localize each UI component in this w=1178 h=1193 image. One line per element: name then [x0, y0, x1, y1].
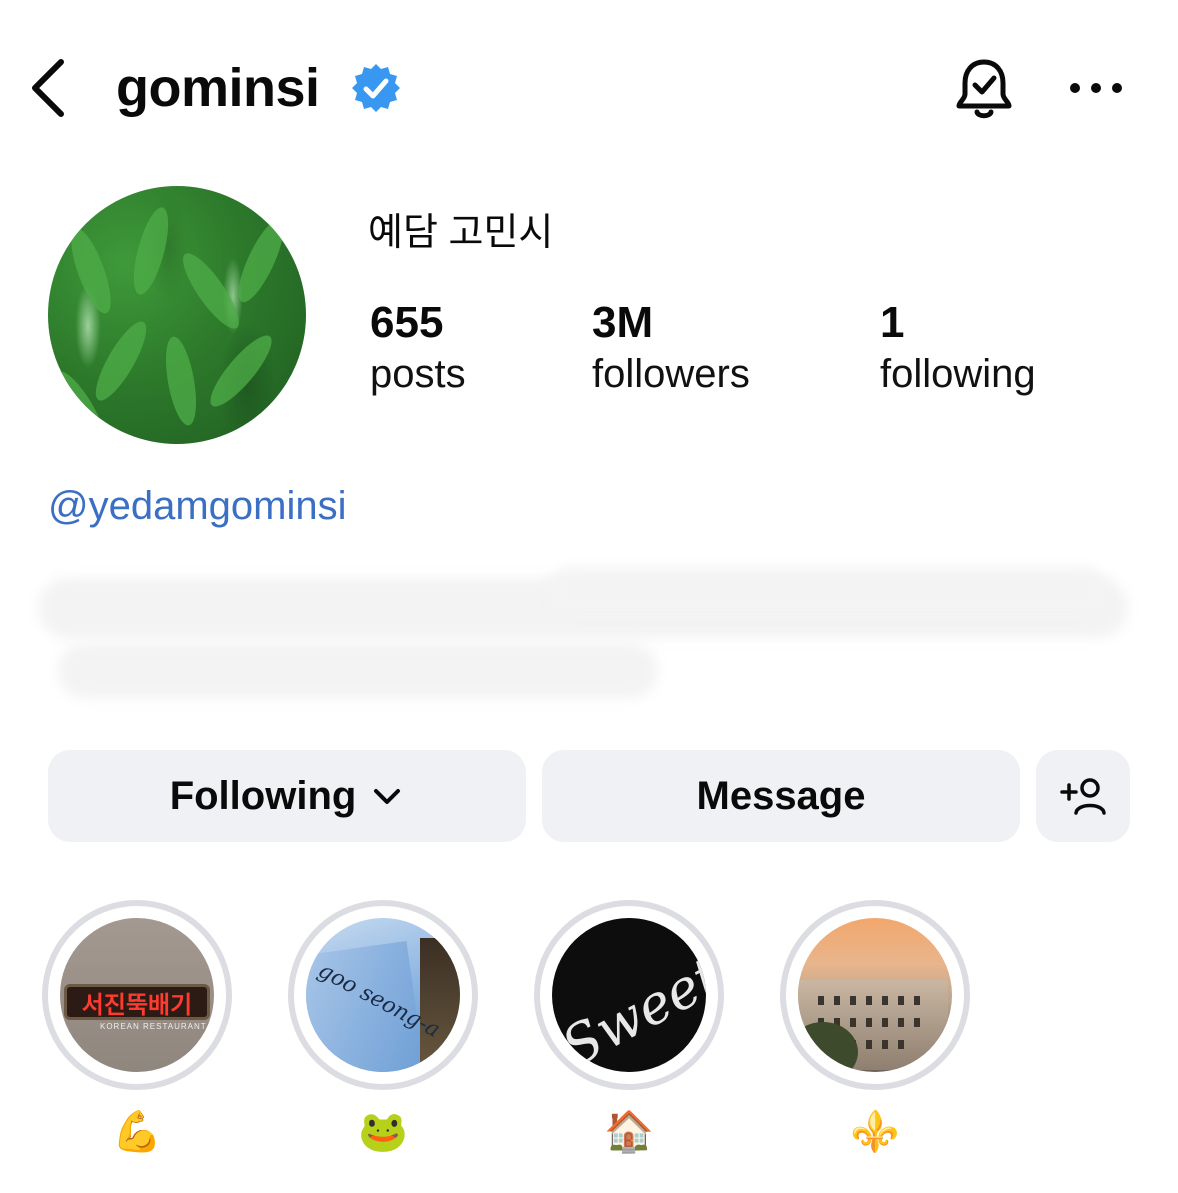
stat-followers-value: 3M	[592, 298, 654, 347]
highlight-ring: Sweet Home	[534, 900, 724, 1090]
more-options-button[interactable]	[1066, 70, 1126, 106]
verified-badge-icon	[352, 64, 400, 112]
highlight-label: ⚜️	[850, 1109, 900, 1155]
highlight-cover-text: Sweet Home	[552, 918, 706, 1072]
following-button-label: Following	[169, 773, 357, 818]
stat-posts-label: posts	[370, 352, 466, 396]
stat-following-label: following	[880, 352, 1036, 396]
stat-posts-value: 655	[370, 298, 444, 347]
highlight-cover-subtext: KOREAN RESTAURANT	[100, 1022, 207, 1031]
bio-redacted	[28, 548, 1158, 718]
add-user-icon	[1060, 778, 1106, 815]
highlight-cover: 서진뚝배기 KOREAN RESTAURANT	[60, 918, 214, 1072]
story-highlight[interactable]: ⚜️	[780, 900, 970, 1156]
stat-followers[interactable]: 3M followers	[592, 296, 750, 398]
stat-followers-label: followers	[592, 352, 750, 396]
highlight-cover: Sweet Home	[552, 918, 706, 1072]
more-dots-icon	[1070, 83, 1122, 93]
stat-posts[interactable]: 655 posts	[370, 296, 466, 398]
back-arrow-icon	[32, 59, 64, 117]
highlight-label: 🐸	[358, 1109, 408, 1155]
highlight-ring: goo seong-a	[288, 900, 478, 1090]
highlight-ring: 서진뚝배기 KOREAN RESTAURANT	[42, 900, 232, 1090]
bell-check-icon	[956, 59, 1012, 119]
notifications-button[interactable]	[950, 56, 1018, 124]
profile-avatar[interactable]	[48, 186, 306, 444]
highlight-cover-text: 서진뚝배기	[64, 984, 210, 1020]
message-button[interactable]: Message	[542, 750, 1020, 842]
linked-handle-link[interactable]: @yedamgominsi	[48, 482, 347, 530]
profile-page: gominsi 예담 고민시 655 posts 3M followers 1 …	[0, 0, 1178, 1193]
highlight-ring	[780, 900, 970, 1090]
stat-following[interactable]: 1 following	[880, 296, 1036, 398]
profile-display-name: 예담 고민시	[368, 212, 554, 254]
message-button-label: Message	[696, 773, 866, 818]
back-button[interactable]	[22, 58, 72, 118]
chevron-down-icon	[374, 789, 401, 804]
profile-username: gominsi	[116, 58, 320, 118]
story-highlight[interactable]: goo seong-a 🐸	[288, 900, 478, 1156]
story-highlight[interactable]: 서진뚝배기 KOREAN RESTAURANT 💪	[42, 900, 232, 1156]
following-button[interactable]: Following	[48, 750, 526, 842]
highlight-label: 🏠	[604, 1109, 654, 1155]
suggested-users-button[interactable]	[1036, 750, 1130, 842]
highlight-label: 💪	[112, 1109, 162, 1155]
highlight-cover: goo seong-a	[306, 918, 460, 1072]
story-highlight[interactable]: Sweet Home 🏠	[534, 900, 724, 1156]
stat-following-value: 1	[880, 298, 905, 347]
highlight-cover	[798, 918, 952, 1072]
